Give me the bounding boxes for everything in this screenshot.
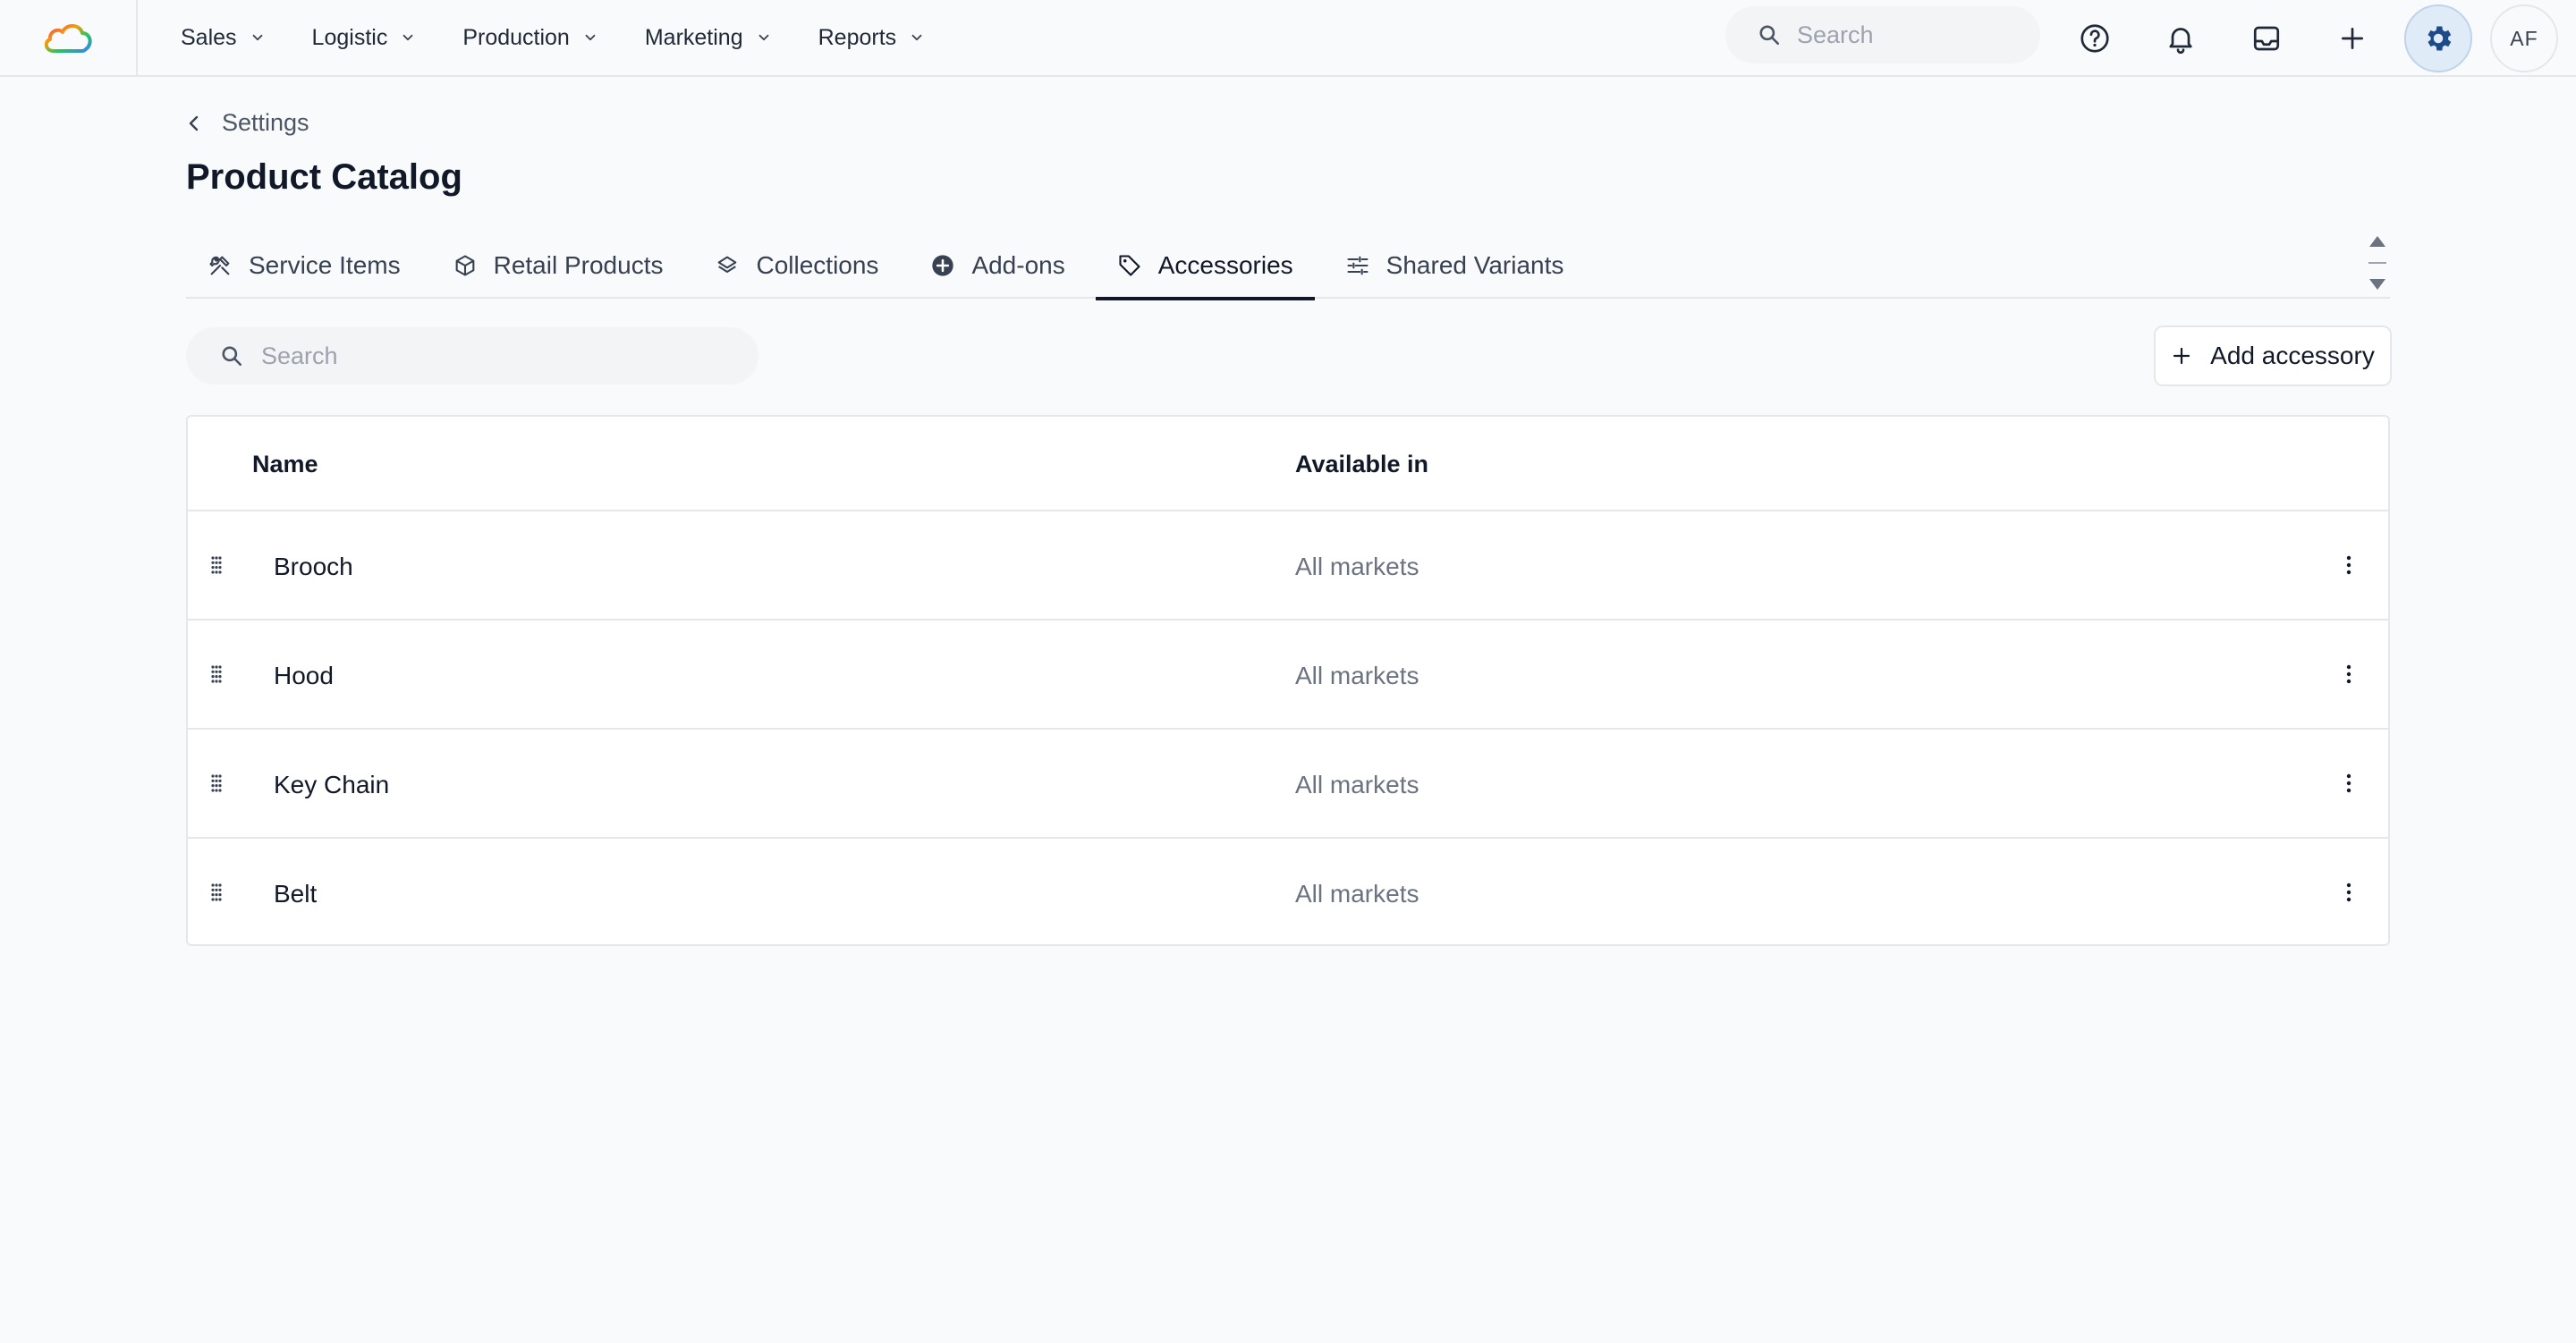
tab-label: Collections <box>756 251 879 279</box>
top-navigation-bar: Sales Logistic Production Marketing Repo… <box>0 0 2576 77</box>
triangle-down-icon[interactable] <box>2368 277 2387 291</box>
accessory-availability: All markets <box>1295 662 1419 689</box>
nav-item-label: Sales <box>181 24 237 50</box>
page-title: Product Catalog <box>186 157 462 197</box>
tab-label: Shared Variants <box>1385 251 1564 279</box>
nav-item-sales[interactable]: Sales <box>181 25 266 51</box>
user-avatar[interactable]: AF <box>2490 4 2558 72</box>
accessory-name: Belt <box>274 880 318 908</box>
accessory-availability: All markets <box>1295 771 1419 798</box>
tab-label: Accessories <box>1157 251 1293 279</box>
table-header: Name Available in <box>188 417 2388 511</box>
tab-label: Service Items <box>249 251 401 279</box>
table-row[interactable]: Key Chain All markets <box>188 730 2388 839</box>
search-icon <box>1759 25 1780 46</box>
create-new-button[interactable] <box>2326 12 2379 65</box>
chevron-down-icon <box>585 34 596 41</box>
help-button[interactable] <box>2068 12 2122 65</box>
more-vertical-icon <box>2346 773 2351 793</box>
drag-handle-icon[interactable] <box>208 554 225 576</box>
tab-add-ons[interactable]: Add-ons <box>909 232 1086 299</box>
layers-icon <box>718 256 737 274</box>
nav-item-logistic[interactable]: Logistic <box>312 25 417 51</box>
settings-button[interactable] <box>2404 4 2472 72</box>
row-actions-button[interactable] <box>2329 873 2368 912</box>
plus-icon <box>2342 28 2363 49</box>
table-row[interactable]: Belt All markets <box>188 839 2388 948</box>
row-actions-button[interactable] <box>2329 655 2368 694</box>
chevron-left-icon <box>189 115 199 131</box>
table-row[interactable]: Brooch All markets <box>188 511 2388 621</box>
drag-handle-icon[interactable] <box>208 882 225 903</box>
catalog-tabs: Service Items Retail Products Collection… <box>186 232 2390 300</box>
help-circle-icon <box>2080 24 2109 53</box>
app-logo[interactable] <box>0 0 138 76</box>
tab-retail-products[interactable]: Retail Products <box>431 232 685 299</box>
tab-label: Add-ons <box>971 251 1065 279</box>
add-accessory-label: Add accessory <box>2210 342 2375 369</box>
accessory-availability: All markets <box>1295 553 1419 580</box>
column-header-name[interactable]: Name <box>252 451 318 478</box>
accessory-name: Key Chain <box>274 771 390 798</box>
tab-label: Retail Products <box>493 251 664 279</box>
tab-shared-variants[interactable]: Shared Variants <box>1324 232 1586 299</box>
chevron-down-icon <box>911 34 922 41</box>
cube-icon <box>455 255 474 276</box>
row-actions-button[interactable] <box>2329 764 2368 803</box>
tag-icon <box>1119 255 1140 276</box>
chevron-down-icon <box>758 34 769 41</box>
global-search <box>1725 6 2040 63</box>
sliders-icon <box>1347 256 1368 275</box>
more-vertical-icon <box>2346 555 2351 575</box>
chevron-down-icon <box>402 34 413 41</box>
nav-item-label: Logistic <box>311 24 388 50</box>
triangle-up-icon[interactable] <box>2368 234 2387 249</box>
accessories-table: Name Available in Brooch All markets Hoo… <box>186 415 2390 946</box>
cloud-logo-icon <box>44 24 92 53</box>
accessory-name: Brooch <box>274 553 353 580</box>
nav-item-label: Reports <box>818 24 897 50</box>
chevron-down-icon <box>252 34 262 41</box>
accessory-search-input[interactable] <box>261 342 744 370</box>
search-icon <box>222 346 242 367</box>
drag-handle-icon[interactable] <box>208 663 225 685</box>
main-nav: Sales Logistic Production Marketing Repo… <box>181 25 971 51</box>
accessory-availability: All markets <box>1295 880 1419 908</box>
tab-accessories[interactable]: Accessories <box>1095 232 1315 300</box>
nav-item-production[interactable]: Production <box>462 25 598 51</box>
user-initials: AF <box>2510 26 2538 50</box>
inbox-button[interactable] <box>2240 12 2293 65</box>
plus-icon <box>2174 347 2190 365</box>
breadcrumb-back-settings[interactable]: Settings <box>186 109 309 137</box>
nav-item-reports[interactable]: Reports <box>818 25 926 51</box>
drag-handle-icon[interactable] <box>208 773 225 794</box>
nav-item-marketing[interactable]: Marketing <box>645 25 772 51</box>
breadcrumb-label: Settings <box>222 109 309 136</box>
nav-item-label: Marketing <box>644 24 743 50</box>
more-vertical-icon <box>2346 664 2351 684</box>
nav-item-label: Production <box>462 24 570 50</box>
inbox-icon <box>2253 26 2280 51</box>
tab-service-items[interactable]: Service Items <box>186 232 422 299</box>
table-row[interactable]: Hood All markets <box>188 621 2388 730</box>
plus-circle-icon <box>932 255 954 276</box>
accessory-name: Hood <box>274 662 334 689</box>
hammer-wrench-icon <box>209 256 230 275</box>
global-search-input[interactable] <box>1797 21 2021 49</box>
column-header-available-in[interactable]: Available in <box>1295 451 1428 478</box>
scroll-divider <box>2368 262 2386 264</box>
tab-scroll-control[interactable] <box>2365 234 2390 291</box>
more-vertical-icon <box>2346 883 2351 902</box>
add-accessory-button[interactable]: Add accessory <box>2154 325 2392 386</box>
tab-collections[interactable]: Collections <box>693 232 900 299</box>
bell-icon <box>2169 28 2192 55</box>
gear-icon <box>2428 26 2452 51</box>
notifications-button[interactable] <box>2154 12 2207 65</box>
accessory-search <box>186 327 758 384</box>
row-actions-button[interactable] <box>2329 545 2368 585</box>
